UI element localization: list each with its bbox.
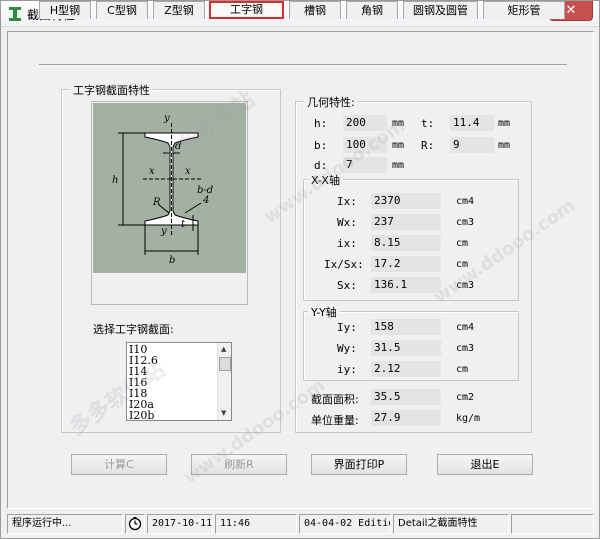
status-module: Detail之截面特性 — [393, 514, 509, 534]
ix-unit: cm4 — [456, 196, 475, 207]
sx-unit: cm3 — [456, 280, 475, 291]
h-unit: mm — [392, 118, 405, 129]
diagram-label-d: d — [175, 141, 181, 152]
status-time: 11:46 — [215, 514, 297, 534]
wx-label: Wx: — [337, 216, 357, 229]
r-label: R: — [421, 139, 435, 152]
yy-axis-title: Y-Y轴 — [308, 304, 340, 320]
sx-value: 136.1 — [371, 277, 441, 293]
ix-radius-label: ix: — [337, 237, 357, 250]
b-unit: mm — [392, 140, 405, 151]
wy-unit: cm3 — [456, 343, 475, 354]
diagram-label-x-left: x — [149, 166, 155, 177]
weight-value: 27.9 — [371, 410, 441, 426]
scroll-up-icon[interactable]: ▲ — [221, 345, 226, 353]
xx-axis-title: X-X轴 — [308, 172, 343, 188]
tab-angle[interactable]: 角钢 — [346, 1, 398, 19]
h-value: 200 — [343, 115, 387, 131]
sx-label: Sx: — [337, 279, 357, 292]
ix-value: 2370 — [371, 193, 441, 209]
diagram-label-y-top: y — [163, 113, 170, 124]
ix-sx-label: Ix/Sx: — [324, 258, 364, 271]
d-value: 7 — [343, 157, 387, 173]
t-label: t: — [421, 117, 435, 130]
scroll-down-icon[interactable]: ▼ — [221, 409, 226, 417]
iy-radius-label: iy: — [337, 363, 357, 376]
diagram-label-b: b — [169, 255, 175, 266]
status-bar: 程序运行中... 2017-10-11 11:46 04-04-02 Editi… — [7, 514, 594, 534]
print-button[interactable]: 界面打印P — [311, 454, 407, 475]
iy-label: Iy: — [337, 321, 357, 334]
area-unit: cm2 — [456, 392, 475, 403]
section-group-title: 工字钢截面特性 — [70, 82, 153, 98]
t-value: 11.4 — [450, 115, 494, 131]
i-beam-diagram: y d x x h b-d 4 R t y b — [93, 103, 246, 273]
list-scrollbar[interactable]: ▲ ▼ — [217, 343, 231, 420]
d-unit: mm — [392, 160, 405, 171]
diagram-label-x-right: x — [185, 166, 191, 177]
area-label: 截面面积: — [311, 393, 359, 406]
wy-label: Wy: — [337, 342, 357, 355]
app-icon — [9, 7, 21, 21]
i-beam-drawing: y d x x h b-d 4 R t y b — [112, 113, 213, 266]
d-label: d: — [314, 159, 328, 172]
diagram-label-r: R — [152, 197, 161, 208]
t-unit: mm — [498, 118, 511, 129]
wy-value: 31.5 — [371, 340, 441, 356]
exit-button[interactable]: 退出E — [437, 454, 533, 475]
iy-radius-value: 2.12 — [371, 361, 441, 377]
diagram-label-y-bottom: y — [160, 226, 167, 237]
clock-icon-pane — [125, 514, 145, 534]
b-value: 100 — [343, 137, 387, 153]
tab-i-beam[interactable]: 工字钢 — [209, 1, 284, 19]
ix-radius-unit: cm — [456, 238, 469, 249]
refresh-button[interactable]: 刷新R — [191, 454, 287, 475]
list-item[interactable]: I20b — [129, 410, 154, 421]
h-label: h: — [314, 117, 328, 130]
area-value: 35.5 — [371, 389, 441, 405]
wx-value: 237 — [371, 214, 441, 230]
tab-c-steel[interactable]: C型钢 — [96, 1, 148, 19]
status-empty-pane — [511, 514, 594, 534]
ix-sx-unit: cm — [456, 259, 469, 270]
status-date: 2017-10-11 — [147, 514, 213, 534]
diagram-label-h: h — [112, 175, 118, 186]
ix-radius-value: 8.15 — [371, 235, 441, 251]
ix-label: Ix: — [337, 195, 357, 208]
r-value: 9 — [450, 137, 494, 153]
weight-unit: kg/m — [456, 413, 481, 424]
status-version: 04-04-02 Edition — [299, 514, 391, 534]
iy-value: 158 — [371, 319, 441, 335]
iy-unit: cm4 — [456, 322, 475, 333]
tab-channel[interactable]: 槽钢 — [289, 1, 341, 19]
ix-sx-value: 17.2 — [371, 256, 441, 272]
close-icon: ✕ — [565, 3, 577, 18]
diagram-label-bd-denominator: 4 — [202, 195, 209, 206]
weight-label: 单位重量: — [311, 414, 359, 427]
r-unit: mm — [498, 140, 511, 151]
tab-h-steel[interactable]: H型钢 — [39, 1, 91, 19]
scroll-thumb[interactable] — [219, 357, 231, 371]
geometry-group-title: 几何特性: — [304, 94, 358, 110]
tab-round-tube[interactable]: 圆钢及圆管 — [403, 1, 478, 19]
wx-unit: cm3 — [456, 217, 475, 228]
tab-z-steel[interactable]: Z型钢 — [153, 1, 205, 19]
section-listbox[interactable]: I10 I12.6 I14 I16 I18 I20a I20b ▲ ▼ — [126, 342, 232, 421]
clock-icon — [128, 517, 142, 531]
iy-radius-unit: cm — [456, 364, 469, 375]
tab-rect-tube[interactable]: 矩形管 — [483, 1, 565, 19]
b-label: b: — [314, 139, 328, 152]
tab-strip-line — [39, 64, 567, 65]
status-text: 程序运行中... — [7, 514, 123, 534]
main-window: 截面特性 ✕ H型钢 C型钢 Z型钢 工字钢 槽钢 角钢 圆钢及圆管 矩形管 工… — [0, 0, 600, 539]
calculate-button[interactable]: 计算C — [71, 454, 167, 475]
select-section-label: 选择工字钢截面: — [93, 323, 174, 336]
